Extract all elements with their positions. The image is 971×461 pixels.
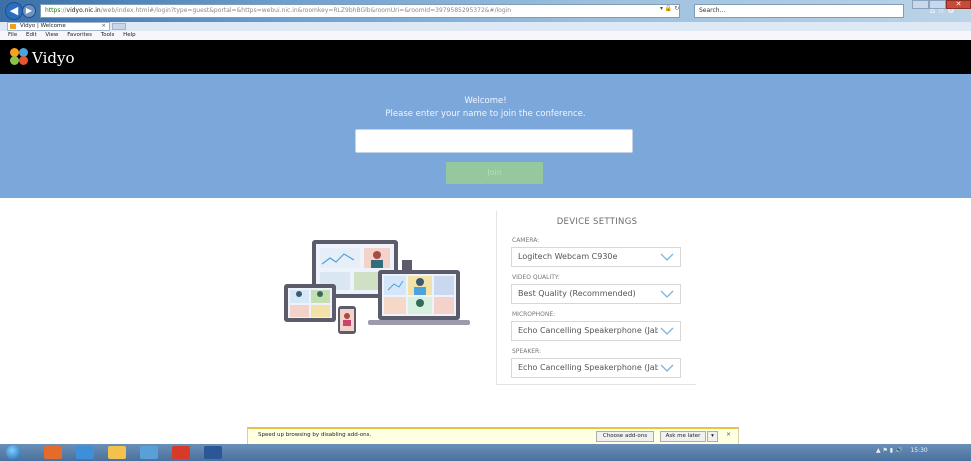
choose-addons-button[interactable]: Choose add-ons [596,431,654,442]
browser-titlebar: ◀ ▶ https://vidyo.nic.in/web/index.html#… [0,0,971,22]
ask-me-later-button[interactable]: Ask me later [660,431,706,442]
address-host: vidyo.nic.in [66,7,101,14]
search-placeholder: Search... [699,7,726,14]
welcome-banner: Welcome! Please enter your name to join … [0,74,971,198]
addons-notification-bar: Speed up browsing by disabling add-ons. … [247,427,739,444]
microphone-value: Echo Cancelling Speakerphone (Jabra [518,326,658,335]
menu-view[interactable]: View [45,32,58,38]
close-notification-icon[interactable]: × [726,431,731,438]
speaker-label: SPEAKER: [512,348,542,355]
address-bar[interactable]: https://vidyo.nic.in/web/index.html#/log… [40,4,680,18]
join-button[interactable]: Join [446,162,543,184]
video-conference-illustration [284,240,470,334]
maximize-button[interactable] [929,0,946,9]
forward-button[interactable]: ▶ [22,4,36,18]
window-controls: ✕ [912,0,971,9]
device-settings-panel: DEVICE SETTINGS CAMERA: Logitech Webcam … [496,211,696,385]
menu-file[interactable]: File [8,32,17,38]
media-player-icon[interactable] [44,446,62,459]
taskbar: ▲ ⚑ ▮ 🔊 15:30 [0,444,971,461]
vidyo-logo-icon [10,48,30,66]
internet-explorer-icon[interactable] [76,446,94,459]
lock-icon[interactable]: ▾ 🔒 ↻ [660,5,679,12]
camera-label: CAMERA: [512,237,540,244]
file-explorer-icon[interactable] [108,446,126,459]
close-window-button[interactable]: ✕ [946,0,971,9]
menu-help[interactable]: Help [123,32,136,38]
chevron-down-icon [660,290,674,298]
camera-select[interactable]: Logitech Webcam C930e [511,247,681,267]
camera-value: Logitech Webcam C930e [518,252,618,261]
options-dropdown-button[interactable]: ▾ [707,431,718,442]
microphone-select[interactable]: Echo Cancelling Speakerphone (Jabra [511,321,681,341]
address-path: /web/index.html#/login?type=guest&portal… [100,7,512,14]
join-instruction: Please enter your name to join the confe… [385,109,586,119]
tab-bar: Vidyo | Welcome × [0,22,971,31]
chevron-down-icon [660,327,674,335]
chevron-down-icon [660,364,674,372]
tab-vidyo-welcome[interactable]: Vidyo | Welcome × [7,22,110,31]
display-name-input[interactable] [355,129,633,153]
menu-bar: File Edit View Favorites Tools Help [0,31,971,40]
speaker-value: Echo Cancelling Speakerphone (Jabra [518,363,658,372]
menu-favorites[interactable]: Favorites [67,32,92,38]
speaker-select[interactable]: Echo Cancelling Speakerphone (Jabra [511,358,681,378]
menu-edit[interactable]: Edit [26,32,37,38]
back-button[interactable]: ◀ [5,2,23,20]
clock[interactable]: 15:30 [910,447,927,454]
app-window: ◀ ▶ https://vidyo.nic.in/web/index.html#… [0,0,971,461]
notification-text: Speed up browsing by disabling add-ons. [258,432,372,438]
vidyo-favicon-icon [10,24,16,29]
tab-title: Vidyo | Welcome [20,23,66,29]
new-tab-button[interactable] [112,23,126,30]
minimize-button[interactable] [912,0,929,9]
media-icon[interactable] [140,446,158,459]
address-scheme: https [45,7,61,14]
word-icon[interactable] [204,446,222,459]
video-quality-label: VIDEO QUALITY: [512,274,560,281]
brand-name: Vidyo [32,49,75,67]
system-tray: ▲ ⚑ ▮ 🔊 15:30 [876,447,928,454]
device-settings-title: DEVICE SETTINGS [556,217,638,227]
microphone-label: MICROPHONE: [512,311,556,318]
start-button[interactable] [6,445,21,460]
chevron-down-icon [660,253,674,261]
vidyo-header: Vidyo [0,40,971,74]
tab-close-icon[interactable]: × [101,23,106,30]
video-quality-value: Best Quality (Recommended) [518,289,636,298]
video-quality-select[interactable]: Best Quality (Recommended) [511,284,681,304]
welcome-heading: Welcome! [464,96,507,106]
chrome-icon[interactable] [172,446,190,459]
menu-tools[interactable]: Tools [101,32,115,38]
search-input[interactable]: Search... [694,4,904,18]
